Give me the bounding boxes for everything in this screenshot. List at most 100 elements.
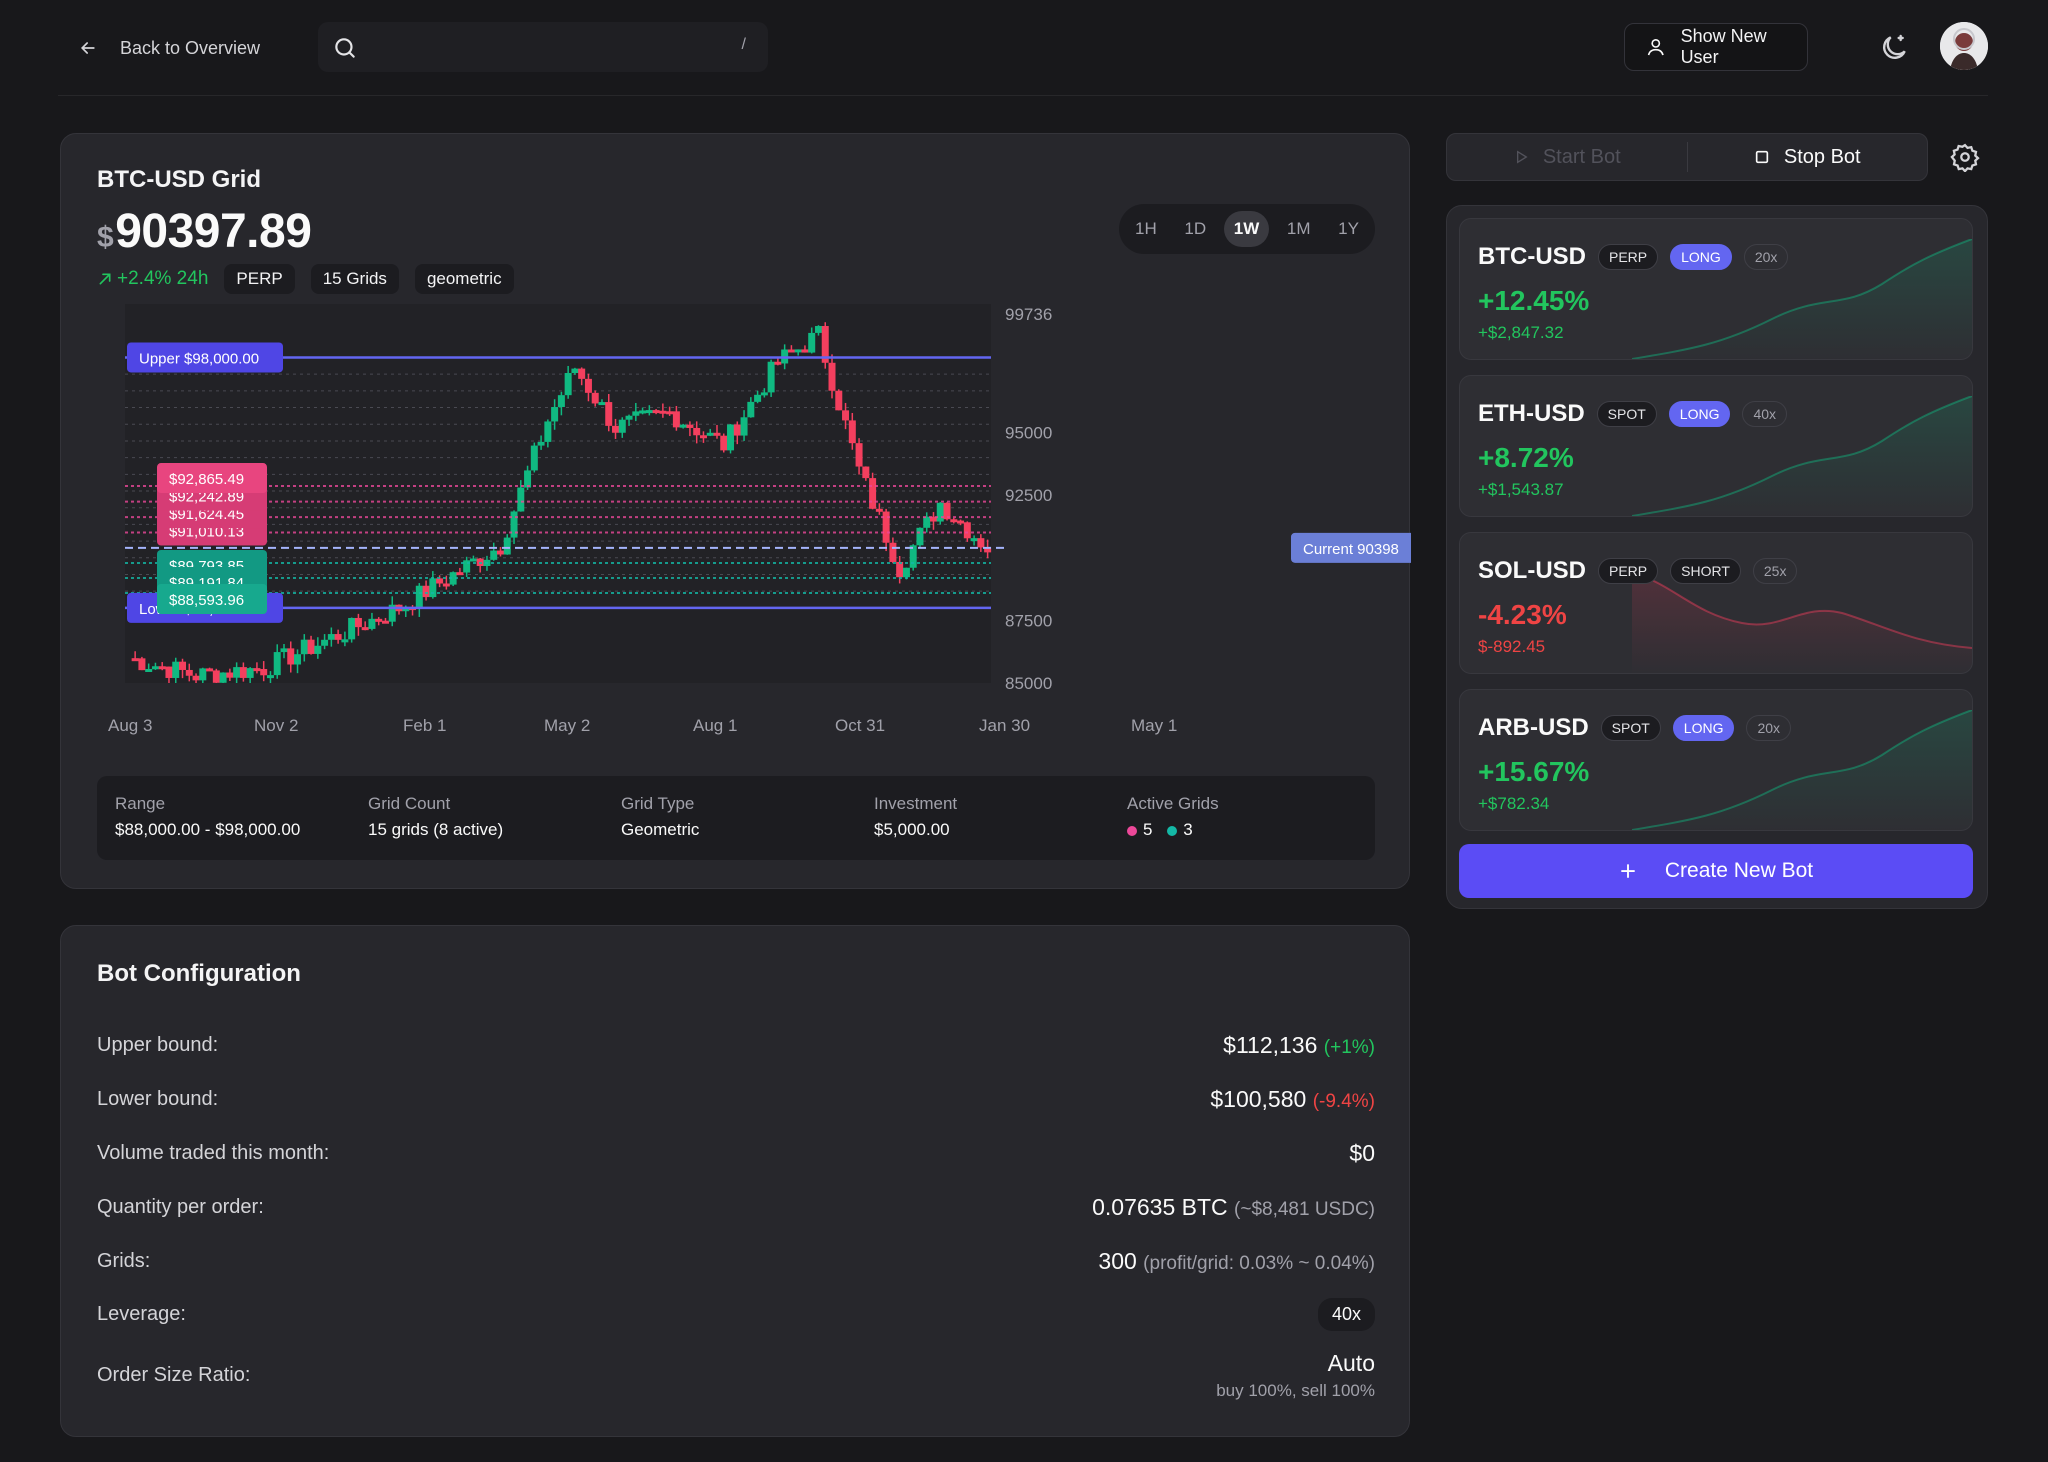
candle-body (287, 648, 295, 665)
quantity-usdc: (~$8,481 USDC) (1234, 1199, 1375, 1220)
candle-body (848, 420, 856, 444)
bot-card-header: ETH-USD SPOT LONG 40x (1478, 400, 1788, 428)
bot-card-arb-usd[interactable]: ARB-USD SPOT LONG 20x +15.67% +$782.34 (1459, 689, 1973, 831)
candle-body (625, 415, 633, 420)
x-tick-label: Oct 31 (835, 716, 885, 735)
config-value: 300 (profit/grid: 0.03% ~ 0.04%) (1098, 1248, 1375, 1275)
bot-pnl-percent: +8.72% (1478, 442, 1574, 473)
settings-gear-icon[interactable] (1950, 142, 1980, 172)
candle-body (199, 668, 207, 681)
candle-body (206, 668, 214, 672)
current-price-label: Current 90398 (1291, 532, 1411, 563)
candle-body (666, 411, 674, 415)
candle-body (936, 502, 944, 522)
config-volume: Volume traded this month: $0 (97, 1140, 1375, 1167)
candle-body (584, 378, 592, 393)
stat-active-grids-label: Active Grids (1127, 794, 1219, 813)
candle-body (551, 407, 559, 422)
config-value: $100,580 (-9.4%) (1210, 1086, 1375, 1113)
config-grids: Grids: 300 (profit/grid: 0.03% ~ 0.04%) (97, 1248, 1375, 1275)
stat-active-grids: Active Grids 5 3 (1127, 794, 1219, 840)
timeframe-1d[interactable]: 1D (1174, 211, 1216, 247)
avatar[interactable] (1940, 22, 1988, 70)
config-lower-bound: Lower bound: $100,580 (-9.4%) (97, 1086, 1375, 1113)
start-bot-label: Start Bot (1542, 145, 1621, 168)
candle-body (151, 666, 159, 670)
candle-body (659, 410, 667, 414)
stat-investment-value: $5,000.00 (874, 820, 950, 839)
bot-market-tag: SPOT (1596, 401, 1657, 427)
candle-body (260, 669, 268, 676)
config-value: 0.07635 BTC (~$8,481 USDC) (1092, 1194, 1375, 1221)
bot-side-tag: SHORT (1670, 558, 1741, 584)
candle-body (496, 550, 504, 555)
candle-body (307, 639, 315, 654)
timeframe-1w[interactable]: 1W (1223, 211, 1270, 247)
grid-stats: Range $88,000.00 - $98,000.00 Grid Count… (97, 776, 1375, 860)
candle-body (239, 667, 247, 678)
price-value: 90397.89 (115, 205, 312, 258)
candle-body (740, 417, 748, 436)
bot-configuration-card: Bot Configuration Upper bound: $112,136 … (60, 925, 1410, 1437)
stop-bot-button[interactable]: Stop Bot (1688, 134, 1928, 180)
candle-body (429, 578, 437, 598)
y-tick-label: 85000 (1005, 674, 1052, 693)
upper-bound-label: Upper $98,000.00 (127, 342, 283, 373)
start-bot-button[interactable]: Start Bot (1447, 142, 1688, 172)
bot-pnl-usd: +$2,847.32 (1478, 323, 1564, 342)
theme-toggle-moon-icon[interactable] (1878, 32, 1910, 64)
config-value: $112,136 (+1%) (1223, 1032, 1375, 1059)
candle-body (138, 658, 146, 671)
candle-body (469, 558, 477, 562)
candle-body (158, 666, 166, 670)
candle-body (977, 538, 985, 548)
bot-card-btc-usd[interactable]: BTC-USD PERP LONG 20x +12.45% +$2,847.32 (1459, 218, 1973, 360)
config-key: Order Size Ratio: (97, 1364, 251, 1386)
bot-card-eth-usd[interactable]: ETH-USD SPOT LONG 40x +8.72% +$1,543.87 (1459, 375, 1973, 517)
candle-body (733, 424, 741, 436)
bot-card-sol-usd[interactable]: SOL-USD PERP SHORT 25x -4.23% $-892.45 (1459, 532, 1973, 674)
bot-list: BTC-USD PERP LONG 20x +12.45% +$2,847.32 ETH-U… (1446, 205, 1988, 909)
stat-range-value: $88,000.00 - $98,000.00 (115, 820, 301, 839)
x-tick-label: Aug 3 (108, 716, 152, 735)
candle-body (341, 639, 349, 643)
candle-body (923, 516, 931, 528)
x-tick-label: May 2 (544, 716, 590, 735)
candle-body (314, 645, 322, 654)
candle-body (294, 654, 302, 665)
grids-value: 300 (1098, 1248, 1137, 1274)
candle-body (375, 618, 383, 622)
bot-leverage-tag: 20x (1743, 244, 1789, 270)
candle-body (172, 661, 180, 678)
bot-market-tag: PERP (1598, 558, 1659, 584)
config-upper-bound: Upper bound: $112,136 (+1%) (97, 1032, 1375, 1059)
search-icon (335, 38, 355, 58)
back-to-overview-link[interactable]: Back to Overview (78, 30, 260, 66)
timeframe-1y[interactable]: 1Y (1328, 211, 1369, 247)
timeframe-1m[interactable]: 1M (1277, 211, 1321, 247)
candle-body (557, 395, 565, 408)
candle-body (253, 668, 261, 672)
x-tick-label: Aug 1 (693, 716, 737, 735)
config-leverage: Leverage: 40x (97, 1298, 1375, 1331)
show-new-user-button[interactable]: Show New User (1624, 23, 1808, 71)
candle-body (456, 572, 464, 576)
timeframe-1h[interactable]: 1H (1125, 211, 1167, 247)
grid-title: BTC-USD Grid (97, 166, 261, 193)
y-tick-label: 99736 (1005, 305, 1052, 324)
candle-body (503, 537, 511, 555)
bot-pnl-percent: +15.67% (1478, 756, 1590, 787)
bot-pnl-percent: +12.45% (1478, 285, 1590, 316)
candle-body (266, 675, 274, 679)
search-box[interactable]: / (318, 22, 768, 72)
current-price-label-text: Current 90398 (1303, 541, 1399, 558)
stat-grid-count-label: Grid Count (368, 794, 451, 813)
candle-body (699, 435, 707, 439)
candle-body (767, 361, 775, 393)
stat-grid-count-value: 15 grids (8 active) (368, 820, 504, 839)
back-label: Back to Overview (120, 37, 261, 58)
upper-bound-change: (+1%) (1323, 1037, 1375, 1058)
create-new-bot-button[interactable]: Create New Bot (1459, 844, 1973, 898)
candle-body (970, 538, 978, 542)
search-input[interactable] (368, 30, 708, 64)
